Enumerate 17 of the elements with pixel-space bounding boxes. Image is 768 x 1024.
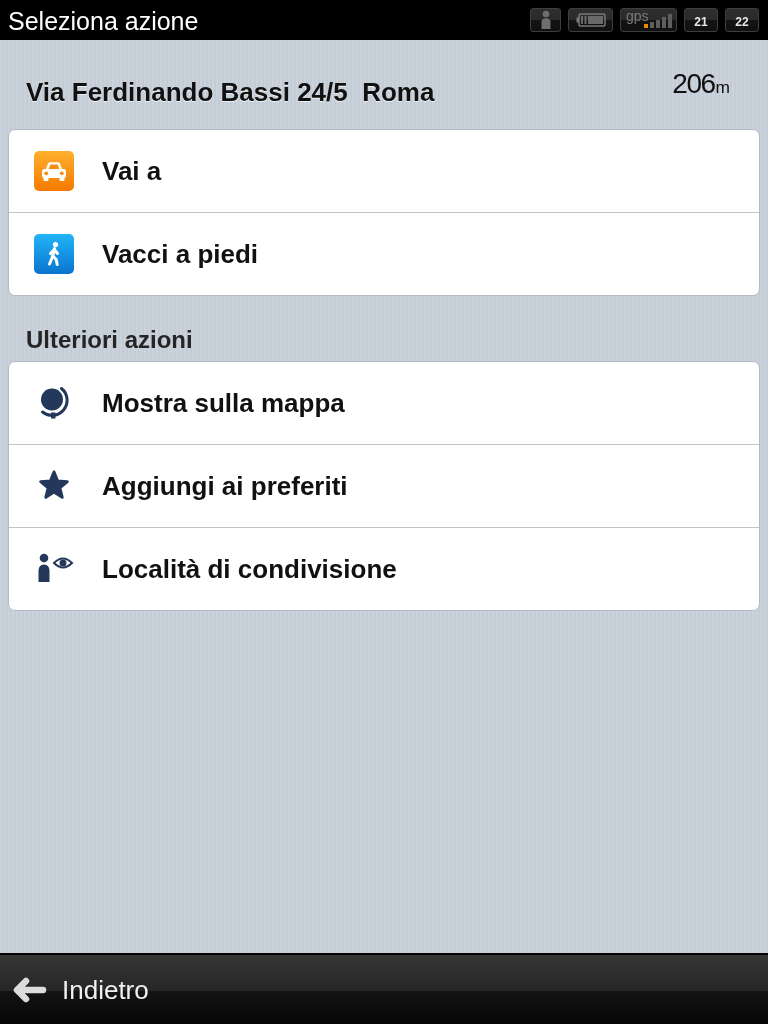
menu-item[interactable]: Vai a [9,130,759,212]
gps-label: gps [626,8,649,24]
screen-title: Seleziona azione [8,6,199,36]
person-icon [530,8,561,32]
car-icon [34,151,74,191]
menu-item[interactable]: Mostra sulla mappa [9,362,759,444]
number-indicator: 22 [725,8,759,32]
section-title: Ulteriori azioni [25,325,194,355]
menu-item[interactable]: Aggiungi ai preferiti [9,444,759,527]
number-indicator: 21 [684,8,718,32]
back-button[interactable]: Indietro [12,974,149,1005]
menu-item[interactable]: Località di condivisione [9,527,759,610]
back-arrow-icon [12,975,47,1004]
battery-icon [568,8,613,32]
walking-person-icon [34,234,74,274]
address-title: Via Ferdinando Bassi 24/5 Roma [26,77,435,107]
menu-item[interactable]: Vacci a piedi [9,212,759,295]
